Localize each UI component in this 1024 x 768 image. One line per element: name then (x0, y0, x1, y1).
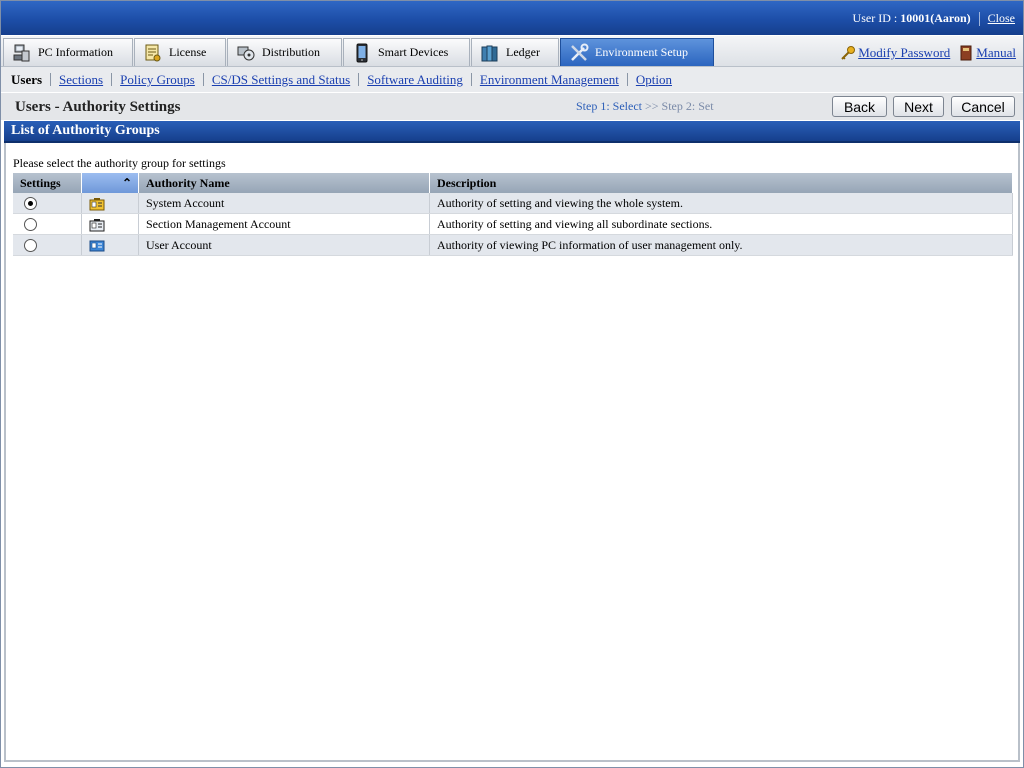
sub-navigation: Users Sections Policy Groups CS/DS Setti… (1, 67, 1023, 92)
instruction-text: Please select the authority group for se… (13, 156, 226, 170)
subnav-cs-ds-settings[interactable]: CS/DS Settings and Status (202, 73, 358, 86)
tools-icon (569, 43, 589, 63)
sort-ascending-icon: ⌃ (121, 175, 132, 190)
settings-cell (13, 193, 82, 214)
tab-ledger[interactable]: Ledger (471, 38, 559, 66)
settings-cell (13, 234, 82, 256)
cancel-button[interactable]: Cancel (951, 96, 1015, 117)
radio-user-account[interactable] (24, 239, 37, 253)
distribution-icon (236, 43, 256, 63)
section-header: List of Authority Groups (4, 121, 1020, 143)
subnav-software-auditing[interactable]: Software Auditing (358, 73, 471, 86)
table-row[interactable]: User Account Authority of viewing PC inf… (13, 234, 1013, 256)
step-next: Step 2: Set (661, 99, 714, 113)
back-button[interactable]: Back (832, 96, 887, 117)
radio-section-management-account[interactable] (24, 218, 37, 232)
separator (978, 11, 980, 26)
subnav-current-users: Users (11, 72, 43, 87)
sort-header[interactable]: ⌃ (81, 173, 139, 193)
key-icon (840, 45, 856, 61)
tab-label: Smart Devices (378, 45, 449, 59)
authority-groups-table: Settings ⌃ Authority Name Description Sy… (13, 173, 1013, 256)
user-id-value: 10001(Aaron) (900, 11, 971, 25)
user-info: User ID : 10001(Aaron) Close (853, 11, 1015, 26)
icon-cell (81, 193, 139, 214)
authority-description: Authority of setting and viewing all sub… (429, 213, 1013, 235)
authority-name: Section Management Account (138, 213, 430, 235)
modify-password-link[interactable]: Modify Password (858, 45, 950, 61)
tab-label: Environment Setup (595, 45, 688, 59)
icon-cell (81, 213, 139, 235)
step-indicator: Step 1: Select >> Step 2: Set (576, 99, 714, 114)
table-header-row: Settings ⌃ Authority Name Description (13, 173, 1013, 193)
tab-license[interactable]: License (134, 38, 226, 66)
manual-book-icon (958, 45, 974, 61)
next-button[interactable]: Next (893, 96, 944, 117)
step-separator: >> (645, 99, 659, 113)
tab-environment-setup[interactable]: Environment Setup (560, 38, 714, 66)
tab-label: License (169, 45, 207, 59)
tab-label: Distribution (262, 45, 321, 59)
user-id-label: User ID : (852, 11, 898, 25)
authority-name: User Account (138, 234, 430, 256)
tab-label: PC Information (38, 45, 113, 59)
tab-pc-information[interactable]: PC Information (3, 38, 133, 66)
tab-label: Ledger (506, 45, 540, 59)
column-header-settings: Settings (13, 173, 82, 193)
system-account-icon (89, 197, 105, 211)
authority-name: System Account (138, 193, 430, 214)
license-icon (143, 43, 163, 63)
section-account-icon (89, 218, 105, 232)
subnav-option[interactable]: Option (626, 73, 680, 86)
content-panel: Please select the authority group for se… (4, 143, 1020, 762)
top-bar: User ID : 10001(Aaron) Close (1, 1, 1023, 35)
tab-distribution[interactable]: Distribution (227, 38, 342, 66)
table-row[interactable]: System Account Authority of setting and … (13, 193, 1013, 214)
page-title-bar: Users - Authority Settings Step 1: Selec… (1, 93, 1023, 120)
page-title: Users - Authority Settings (15, 99, 181, 115)
close-link[interactable]: Close (988, 11, 1015, 26)
step-current: Step 1: Select (576, 99, 642, 113)
pc-icon (12, 43, 32, 63)
ledger-icon (480, 43, 500, 63)
icon-cell (81, 234, 139, 256)
settings-cell (13, 213, 82, 235)
tab-smart-devices[interactable]: Smart Devices (343, 38, 470, 66)
subnav-environment-management[interactable]: Environment Management (470, 73, 627, 86)
utility-links: Modify Password Manual (840, 45, 1016, 61)
authority-description: Authority of viewing PC information of u… (429, 234, 1013, 256)
smart-device-icon (352, 43, 372, 63)
manual-link[interactable]: Manual (976, 45, 1016, 61)
column-header-description[interactable]: Description (429, 173, 1013, 193)
table-row[interactable]: Section Management Account Authority of … (13, 213, 1013, 235)
authority-description: Authority of setting and viewing the who… (429, 193, 1013, 214)
user-account-icon (89, 239, 105, 253)
subnav-sections[interactable]: Sections (50, 73, 111, 86)
column-header-authority-name[interactable]: Authority Name (138, 173, 430, 193)
subnav-policy-groups[interactable]: Policy Groups (111, 73, 203, 86)
radio-system-account[interactable] (24, 197, 37, 211)
